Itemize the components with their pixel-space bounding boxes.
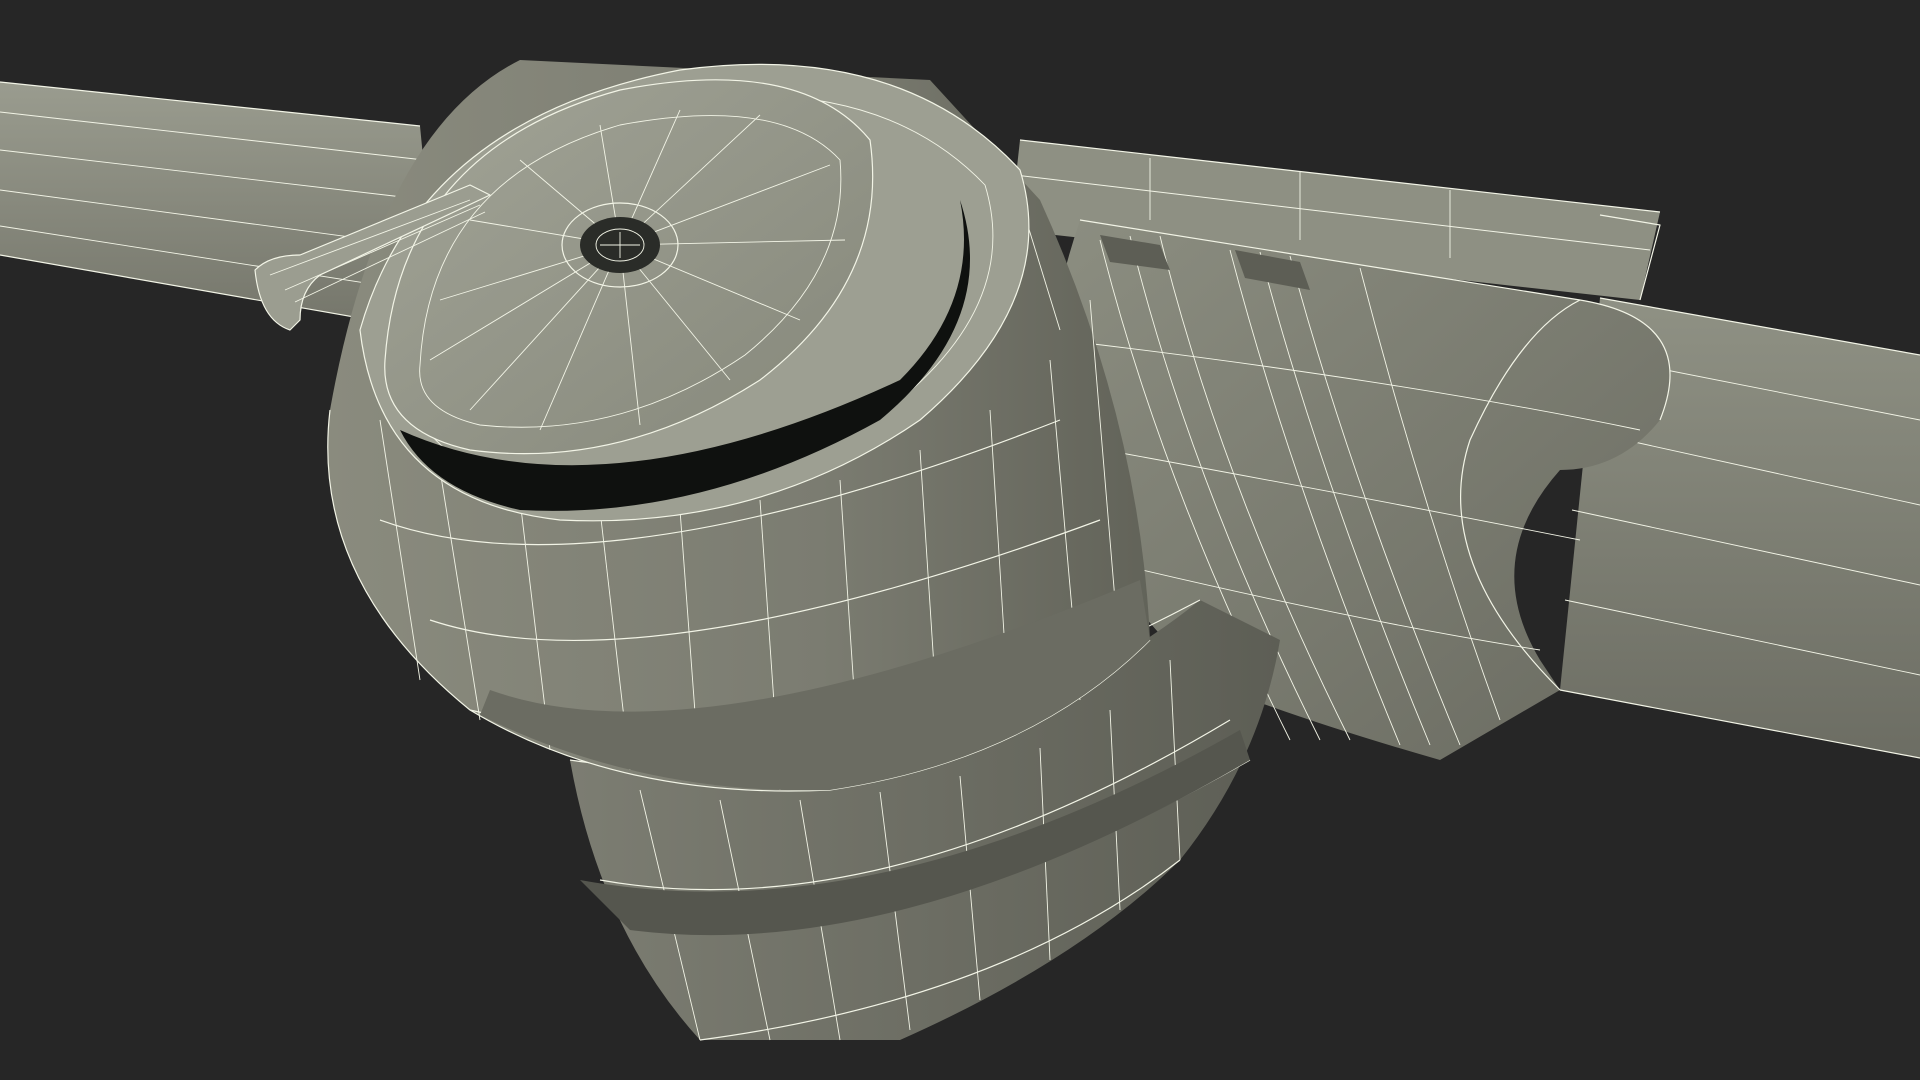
- wireframe-render: [0, 60, 1920, 1041]
- render-viewport: [0, 0, 1920, 1080]
